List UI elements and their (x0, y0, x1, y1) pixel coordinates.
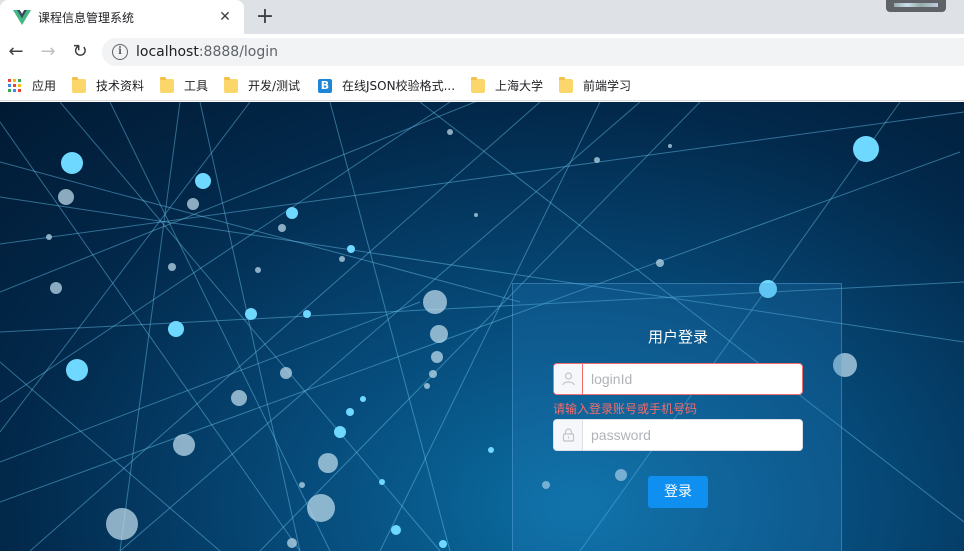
folder-icon (471, 77, 485, 93)
folder-icon (224, 77, 238, 93)
bookmark-label: 前端学习 (583, 79, 632, 93)
folder-icon (160, 77, 174, 93)
lock-icon (554, 420, 583, 450)
reload-button[interactable]: ↻ (68, 40, 92, 64)
back-button[interactable]: ← (4, 40, 28, 64)
bookmark-label: 技术资料 (96, 79, 145, 93)
navigation-bar: ← → ↻ i localhost:8888/login (0, 34, 964, 70)
bookmark-label: 上海大学 (495, 79, 544, 93)
url-host: localhost (136, 44, 199, 60)
url-path: :8888/login (198, 44, 279, 60)
extension-widget[interactable] (886, 0, 946, 12)
address-bar[interactable]: i localhost:8888/login (102, 38, 964, 66)
browser-tab[interactable]: 课程信息管理系统 ✕ (0, 0, 244, 34)
bookmark-label: 工具 (184, 79, 209, 93)
password-field (553, 419, 803, 451)
url-text[interactable]: localhost:8888/login (136, 44, 278, 60)
login-id-input[interactable] (584, 364, 802, 394)
new-tab-button[interactable]: + (254, 4, 276, 30)
bookmark-label: 应用 (32, 79, 57, 93)
vue-logo-icon (13, 10, 31, 25)
tab-title: 课程信息管理系统 (38, 11, 135, 25)
login-id-error-message: 请输入登录账号或手机号码 (553, 402, 698, 416)
bejson-icon: B (318, 79, 332, 93)
login-id-field (553, 363, 803, 395)
folder-icon (559, 77, 573, 93)
bookmark-label: 在线JSON校验格式... (342, 79, 456, 93)
bookmarks-bar: 应用 技术资料 工具 开发/测试 B 在线JSON校验格式... 上海大学 前端… (0, 70, 964, 101)
site-info-icon[interactable]: i (112, 44, 128, 60)
folder-icon (72, 77, 86, 93)
user-icon (554, 364, 583, 394)
apps-grid-icon (8, 79, 22, 93)
login-title: 用户登录 (647, 328, 708, 346)
bookmark-label: 开发/测试 (248, 79, 301, 93)
login-button[interactable]: 登录 (648, 476, 708, 508)
login-panel: 用户登录 请输入登录账号或手机号码 登录 (512, 283, 842, 551)
login-page: 用户登录 请输入登录账号或手机号码 登录 (0, 102, 964, 551)
forward-button[interactable]: → (36, 40, 60, 64)
password-input[interactable] (584, 420, 802, 450)
tab-strip: 课程信息管理系统 ✕ + (0, 0, 964, 34)
tab-close-icon[interactable]: ✕ (216, 8, 234, 26)
